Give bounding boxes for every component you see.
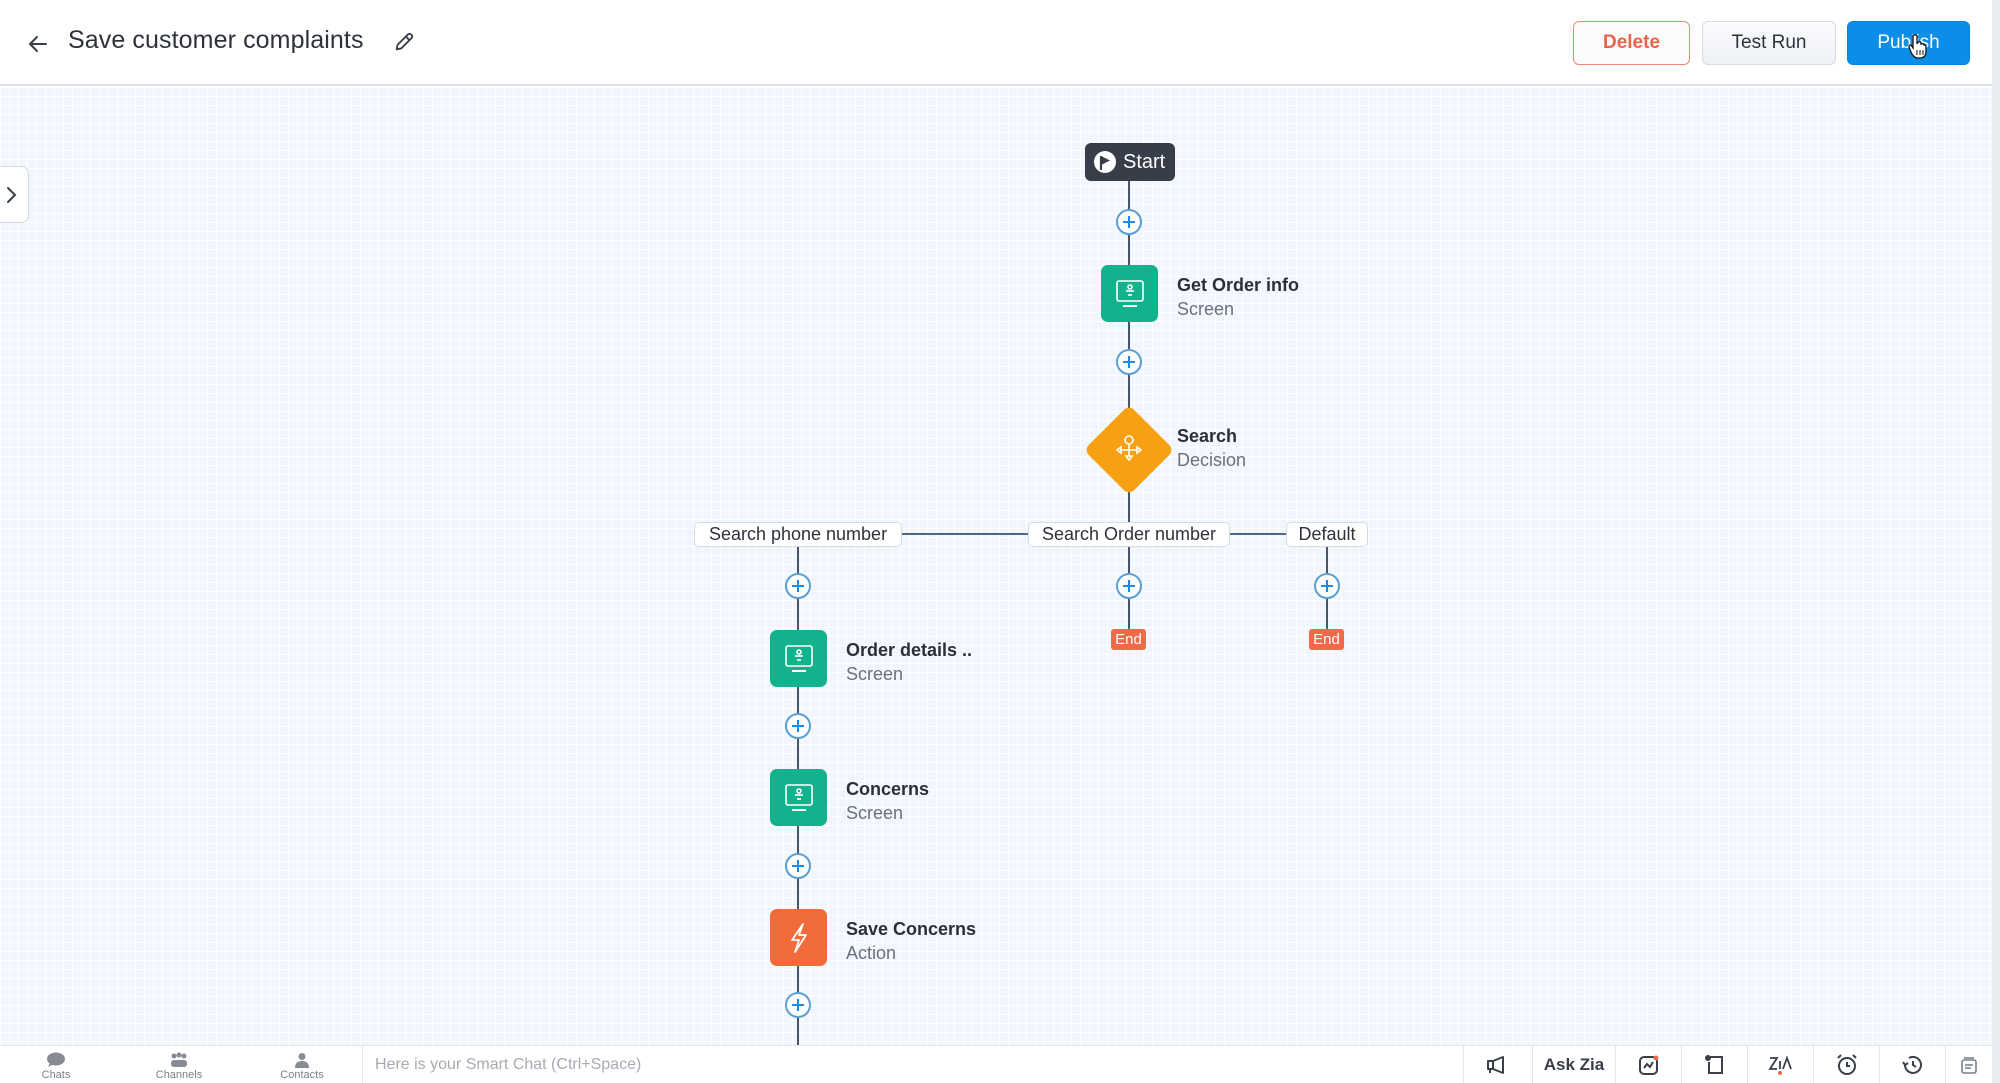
branch-connector (1230, 533, 1286, 535)
reminders-button[interactable] (1813, 1046, 1879, 1083)
chevron-right-icon (6, 186, 16, 203)
concerns-label: Concerns Screen (846, 779, 930, 823)
expand-sidebar-button[interactable] (0, 166, 29, 223)
footer-tab-chats[interactable]: Chats (0, 1048, 116, 1083)
notes-button[interactable] (1681, 1046, 1747, 1083)
chat-bubble-icon (47, 1052, 65, 1067)
more-tools-button[interactable] (1945, 1046, 1992, 1083)
screen-icon (784, 783, 813, 811)
add-step-button[interactable] (785, 573, 811, 599)
edit-title-button[interactable] (390, 28, 418, 56)
get-order-info-node[interactable] (1101, 265, 1158, 322)
ask-zia-button[interactable]: Ask Zia (1532, 1046, 1615, 1083)
concerns-node[interactable] (770, 769, 827, 826)
add-step-button[interactable] (1314, 573, 1340, 599)
notes-icon (1704, 1055, 1723, 1074)
history-icon (1901, 1055, 1922, 1074)
zia-button[interactable] (1747, 1046, 1813, 1083)
flow-canvas[interactable]: Start Get Order info Screen Search Decis… (0, 87, 1992, 1045)
lightning-icon (790, 922, 807, 953)
end-node[interactable]: End (1309, 629, 1344, 650)
save-concerns-label: Save Concerns Action (846, 919, 977, 963)
footer-tab-contacts[interactable]: Contacts (242, 1048, 362, 1083)
get-order-info-label: Get Order info Screen (1177, 275, 1300, 319)
order-details-label: Order details .. Screen (846, 640, 973, 684)
branch-default[interactable]: Default (1286, 522, 1368, 547)
alarm-clock-icon (1836, 1054, 1857, 1075)
bottom-bar: Chats Channels Contacts Here is your Sma… (0, 1045, 1992, 1083)
branch-search-order-number[interactable]: Search Order number (1028, 522, 1230, 547)
order-details-node[interactable] (770, 630, 827, 687)
publish-button[interactable]: Publish (1847, 21, 1970, 65)
branch-connector (902, 533, 1028, 535)
back-button[interactable] (22, 28, 54, 60)
smart-chat-input[interactable]: Here is your Smart Chat (Ctrl+Space) (362, 1046, 1463, 1083)
test-run-button[interactable]: Test Run (1702, 21, 1836, 65)
pencil-icon (395, 32, 414, 51)
flag-icon (1094, 151, 1116, 173)
announcement-button[interactable] (1463, 1046, 1532, 1083)
top-header: Save customer complaints Delete Test Run… (0, 0, 1992, 86)
search-decision-node[interactable] (1083, 404, 1175, 496)
person-icon (295, 1052, 309, 1068)
add-step-button[interactable] (785, 992, 811, 1018)
arrow-left-icon (29, 36, 47, 52)
screen-icon (1115, 279, 1144, 307)
megaphone-icon (1487, 1056, 1504, 1074)
delete-button[interactable]: Delete (1573, 21, 1690, 65)
end-node[interactable]: End (1111, 629, 1146, 650)
flow-title: Save customer complaints (68, 26, 364, 54)
start-node[interactable]: Start (1085, 143, 1175, 181)
activity-button[interactable] (1615, 1046, 1681, 1083)
add-step-button[interactable] (785, 713, 811, 739)
screen-icon (784, 644, 813, 672)
add-step-button[interactable] (1116, 209, 1142, 235)
window-edge (1992, 0, 2000, 1083)
search-decision-label: Search Decision (1177, 426, 1247, 470)
start-label: Start (1123, 150, 1166, 173)
branch-search-phone-number[interactable]: Search phone number (694, 522, 902, 547)
stack-icon (1961, 1057, 1977, 1074)
activity-chart-icon (1638, 1055, 1658, 1075)
history-button[interactable] (1879, 1046, 1945, 1083)
group-icon (171, 1052, 187, 1067)
add-step-button[interactable] (1116, 573, 1142, 599)
footer-tab-channels[interactable]: Channels (119, 1048, 239, 1083)
add-step-button[interactable] (1116, 349, 1142, 375)
add-step-button[interactable] (785, 853, 811, 879)
zia-icon (1767, 1055, 1792, 1075)
save-concerns-node[interactable] (770, 909, 827, 966)
